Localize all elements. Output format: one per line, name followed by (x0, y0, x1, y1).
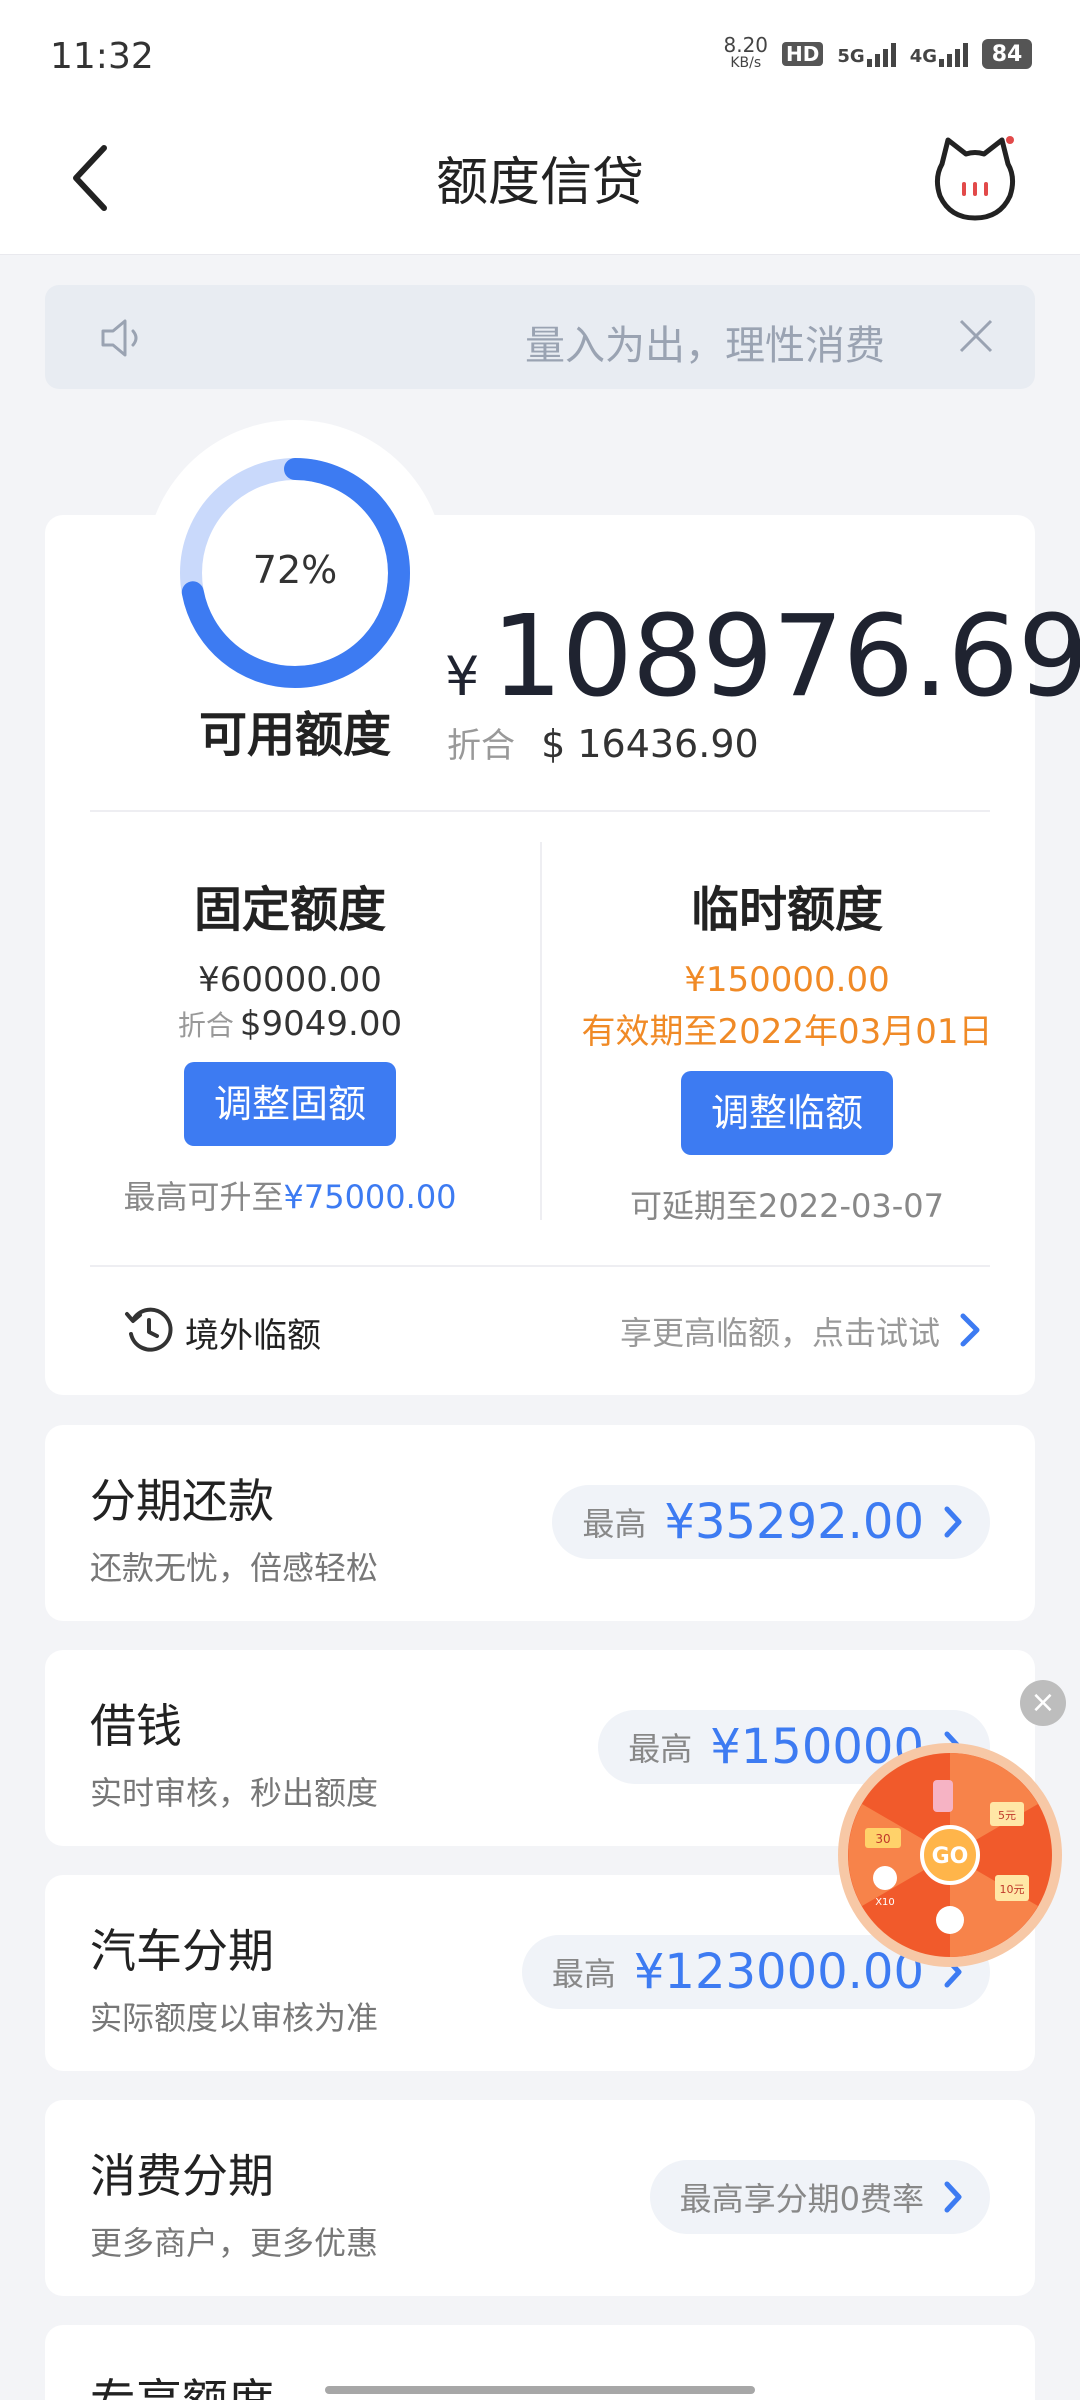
fixed-limit-max: 最高可升至¥75000.00 (123, 1178, 457, 1216)
chevron-right-icon (944, 2181, 962, 2213)
adjust-fixed-button[interactable]: 调整固额 (183, 1062, 396, 1146)
adjust-temp-button[interactable]: 调整临额 (680, 1071, 893, 1155)
signal-4g-icon: 4G (910, 41, 968, 67)
ring-percent: 72% (252, 548, 338, 592)
signal-5g-icon: 5G (837, 41, 896, 67)
feature-title: 消费分期 (90, 2149, 274, 2203)
overseas-hint: 享更高临额，点击试试 (619, 1314, 940, 1352)
battery-icon: 84 (982, 39, 1032, 69)
wheel-go-label: GO (932, 1844, 969, 1869)
clock-arrow-icon (125, 1307, 173, 1352)
feature-title: 汽车分期 (90, 1924, 274, 1978)
temp-limit-extend: 可延期至2022-03-07 (630, 1187, 944, 1225)
feature-subtitle: 实时审核，秒出额度 (90, 1774, 379, 1812)
wheel-segment-label: X10 (875, 1897, 895, 1908)
available-convert: 折合 $ 16436.90 (447, 718, 759, 767)
status-indicators: 8.20 KB/s HD 5G 4G 84 (723, 33, 1032, 72)
feature-subtitle: 还款无忧，倍感轻松 (90, 1549, 379, 1587)
hd-badge: HD (782, 42, 824, 66)
divider (90, 1265, 990, 1267)
convert-value: $ 16436.90 (541, 722, 759, 766)
temp-limit-amount: ¥150000.00 (684, 960, 890, 1000)
notice-text: 量入为出，理性消费 (525, 323, 885, 369)
divider (90, 810, 990, 812)
close-icon[interactable] (955, 315, 997, 357)
feature-title: 专享额度 (90, 2365, 274, 2400)
feature-card-installment-repay[interactable]: 分期还款 还款无忧，倍感轻松 最高 ¥35292.00 (45, 1425, 1035, 1621)
feature-title: 借钱 (90, 1699, 182, 1753)
notice-bar: 量入为出，理性消费 (45, 285, 1035, 389)
currency-symbol: ¥ (445, 645, 480, 708)
fixed-limit-convert: 折合 $9049.00 (177, 1004, 403, 1044)
feature-card-consumer-installment[interactable]: 消费分期 更多商户，更多优惠 最高享分期0费率 (45, 2100, 1035, 2296)
nav-bar: 额度信贷 (0, 110, 1080, 255)
available-label: 可用额度 (198, 707, 391, 763)
temp-limit-title: 临时额度 (690, 882, 883, 938)
convert-label: 折合 (447, 726, 515, 766)
close-icon[interactable]: × (1020, 1680, 1066, 1726)
wheel-segment-label: 10元 (1000, 1883, 1025, 1896)
available-amount: ¥ 108976.69 (445, 592, 1080, 722)
speaker-icon (101, 319, 138, 357)
feature-title: 分期还款 (90, 1474, 274, 1528)
overseas-limit-row[interactable]: 境外临额 享更高临额，点击试试 (45, 1268, 1035, 1398)
feature-subtitle: 实际额度以审核为准 (90, 1999, 379, 2037)
fixed-limit-title: 固定额度 (193, 882, 386, 938)
status-time: 11:32 (50, 36, 154, 77)
net-speed: 8.20 KB/s (723, 33, 769, 71)
feature-subtitle: 更多商户，更多优惠 (90, 2224, 379, 2262)
feature-max-pill[interactable]: 最高享分期0费率 (649, 2160, 990, 2234)
page-title: 额度信贷 (435, 153, 644, 213)
chevron-right-icon (944, 1506, 962, 1538)
fixed-limit-section: 固定额度 ¥60000.00 折合 $9049.00 调整固额 最高可升至¥750… (45, 870, 535, 1218)
feature-max-pill[interactable]: 最高 ¥35292.00 (552, 1485, 990, 1559)
fixed-limit-amount: ¥60000.00 (198, 960, 382, 1000)
prize-wheel-widget: × 30 5元 10元 X10 GO (835, 1680, 1070, 1980)
status-bar: 11:32 8.20 KB/s HD 5G 4G 84 (0, 0, 1080, 110)
temp-limit-validity: 有效期至2022年03月01日 (581, 1012, 993, 1052)
home-indicator[interactable] (325, 2386, 755, 2394)
wheel-segment-label: 30 (875, 1832, 890, 1846)
available-amount-value: 108976.69 (491, 592, 1080, 722)
prize-wheel[interactable]: 30 5元 10元 X10 GO (835, 1740, 1065, 1970)
cat-face-icon[interactable] (930, 134, 1020, 224)
overseas-label: 境外临额 (185, 1316, 321, 1356)
wheel-segment-label: 5元 (998, 1809, 1016, 1822)
temp-limit-section: 临时额度 ¥150000.00 有效期至2022年03月01日 调整临额 可延期… (542, 870, 1032, 1227)
chevron-right-icon (960, 1313, 980, 1347)
